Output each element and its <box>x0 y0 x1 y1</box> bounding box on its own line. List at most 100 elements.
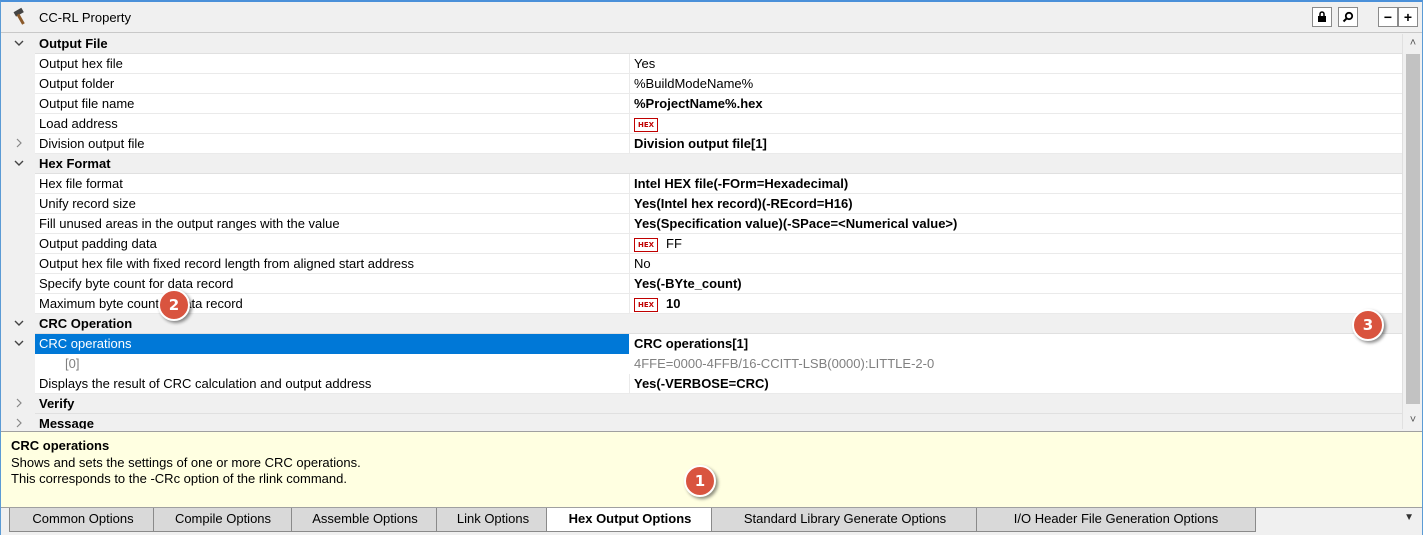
property-name: Load address <box>39 116 118 131</box>
property-value[interactable]: %BuildModeName% <box>634 74 753 94</box>
callout-badge-3: 3 <box>1352 309 1384 341</box>
property-value[interactable]: 4FFE=0000-4FFB/16-CCITT-LSB(0000):LITTLE… <box>634 354 934 374</box>
property-name: Verify <box>39 396 75 411</box>
column-divider <box>629 74 630 94</box>
property-name: Output file name <box>39 96 135 111</box>
tab-compile-options[interactable]: Compile Options <box>153 508 293 532</box>
row-gutter <box>1 194 35 214</box>
row-gutter <box>1 94 35 114</box>
hex-icon: HEX <box>634 237 658 252</box>
tab-hex-output-options[interactable]: Hex Output Options <box>546 508 714 532</box>
property-name: CRC operations <box>35 334 629 354</box>
property-row[interactable]: Hex file format Intel HEX file(-FOrm=Hexa… <box>1 174 1402 194</box>
row-gutter <box>1 254 35 274</box>
scroll-down-icon[interactable]: ˅ <box>1403 411 1423 429</box>
scroll-thumb[interactable] <box>1406 54 1420 404</box>
property-value[interactable]: CRC operations[1] <box>634 334 748 354</box>
chevron-down-icon[interactable] <box>13 317 25 331</box>
property-value[interactable]: HEX 10 <box>634 294 680 314</box>
property-row[interactable]: Output padding data HEX FF <box>1 234 1402 254</box>
property-value[interactable]: HEX FF <box>634 234 682 254</box>
callout-badge-2: 2 <box>158 289 190 321</box>
row-gutter <box>1 74 35 94</box>
chevron-right-icon[interactable] <box>13 137 25 151</box>
description-line-1: Shows and sets the settings of one or mo… <box>11 455 361 470</box>
tab-scroll-down-icon[interactable]: ▼ <box>1404 512 1414 523</box>
tab-standard-library-generate-options[interactable]: Standard Library Generate Options <box>711 508 979 532</box>
property-value[interactable]: Yes(Specification value)(-SPace=<Numeric… <box>634 214 957 234</box>
chevron-right-icon[interactable] <box>13 417 25 429</box>
scroll-up-icon[interactable]: ˄ <box>1403 34 1423 52</box>
property-name: Displays the result of CRC calculation a… <box>39 376 372 391</box>
property-row[interactable]: Unify record size Yes(Intel hex record)(-… <box>1 194 1402 214</box>
search-button[interactable] <box>1338 7 1358 27</box>
tab-common-options[interactable]: Common Options <box>9 508 157 532</box>
category-row[interactable]: CRC Operation <box>1 314 1402 334</box>
property-row[interactable]: CRC operations CRC operations[1] <box>1 334 1402 354</box>
property-value-text: CRC operations[1] <box>634 336 749 351</box>
property-value-text: FF <box>666 236 682 251</box>
property-name: Output hex file with fixed record length… <box>39 256 415 271</box>
row-gutter <box>1 174 35 194</box>
property-row[interactable]: Displays the result of CRC calculation a… <box>1 374 1402 394</box>
row-gutter <box>1 54 35 74</box>
property-value[interactable]: Intel HEX file(-FOrm=Hexadecimal) <box>634 174 848 194</box>
property-name: Output File <box>39 36 108 51</box>
category-row[interactable]: Hex Format <box>1 154 1402 174</box>
tab-link-options[interactable]: Link Options <box>436 508 550 532</box>
property-row[interactable]: Division output file Division output file… <box>1 134 1402 154</box>
property-row[interactable]: Fill unused areas in the output ranges w… <box>1 214 1402 234</box>
property-name: Hex Format <box>39 156 111 171</box>
property-value[interactable]: Yes(Intel hex record)(-REcord=H16) <box>634 194 853 214</box>
tab-assemble-options[interactable]: Assemble Options <box>291 508 439 532</box>
row-gutter <box>1 374 35 394</box>
column-divider <box>629 234 630 254</box>
property-value-text: Intel HEX file(-FOrm=Hexadecimal) <box>634 176 849 191</box>
property-name: Division output file <box>39 136 145 151</box>
expand-button[interactable]: + <box>1398 7 1418 27</box>
lock-button[interactable] <box>1312 7 1332 27</box>
property-value[interactable]: %ProjectName%.hex <box>634 94 763 114</box>
property-value-text: %ProjectName%.hex <box>634 96 763 111</box>
category-row[interactable]: Verify <box>1 394 1402 414</box>
property-value-text: Yes(-BYte_count) <box>634 276 742 291</box>
chevron-down-icon[interactable] <box>13 337 25 351</box>
chevron-right-icon[interactable] <box>13 397 25 411</box>
property-row[interactable]: Output hex file with fixed record length… <box>1 254 1402 274</box>
vertical-scrollbar[interactable]: ˄ ˅ <box>1402 34 1422 429</box>
column-divider <box>629 294 630 314</box>
chevron-down-icon[interactable] <box>13 37 25 51</box>
category-row[interactable]: Message <box>1 414 1402 429</box>
property-row[interactable]: Output hex file Yes <box>1 54 1402 74</box>
row-gutter <box>1 294 35 314</box>
property-row[interactable]: Output file name %ProjectName%.hex <box>1 94 1402 114</box>
property-name: Output folder <box>39 76 115 91</box>
property-value[interactable]: HEX <box>634 114 666 134</box>
property-value-text: 4FFE=0000-4FFB/16-CCITT-LSB(0000):LITTLE… <box>634 356 935 371</box>
property-name: Maximum byte count of data record <box>39 296 243 311</box>
property-row[interactable]: Maximum byte count of data record HEX 10 <box>1 294 1402 314</box>
property-row[interactable]: Load address HEX <box>1 114 1402 134</box>
collapse-button[interactable]: − <box>1378 7 1398 27</box>
property-row[interactable]: Output folder %BuildModeName% <box>1 74 1402 94</box>
property-value[interactable]: Yes(-BYte_count) <box>634 274 742 294</box>
property-value[interactable]: Division output file[1] <box>634 134 767 154</box>
property-value[interactable]: Yes <box>634 54 655 74</box>
property-name: Fill unused areas in the output ranges w… <box>39 216 340 231</box>
lock-icon <box>1318 11 1326 22</box>
property-row[interactable]: Specify byte count for data record Yes(-B… <box>1 274 1402 294</box>
column-divider <box>629 274 630 294</box>
property-grid: Output File Output hex file Yes Output fold… <box>1 34 1402 429</box>
property-value-text: Yes(Intel hex record)(-REcord=H16) <box>634 196 853 211</box>
category-row[interactable]: Output File <box>1 34 1402 54</box>
property-value[interactable]: Yes(-VERBOSE=CRC) <box>634 374 769 394</box>
tab-i-o-header-file-generation-options[interactable]: I/O Header File Generation Options <box>976 508 1256 532</box>
column-divider <box>629 54 630 74</box>
property-name: [0] <box>65 356 80 371</box>
property-row[interactable]: [0] 4FFE=0000-4FFB/16-CCITT-LSB(0000):LIT… <box>1 354 1402 374</box>
property-value[interactable]: No <box>634 254 651 274</box>
row-gutter <box>1 354 35 374</box>
property-name: Output hex file <box>39 56 123 71</box>
chevron-down-icon[interactable] <box>13 157 25 171</box>
hex-icon: HEX <box>634 117 658 132</box>
